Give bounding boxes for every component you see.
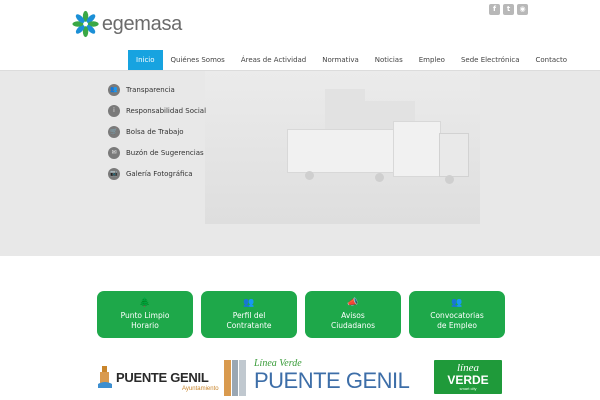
hero-photo <box>205 71 480 224</box>
info-icon: i <box>108 104 120 117</box>
nav-item-areas-de-actividad[interactable]: Áreas de Actividad <box>233 50 314 70</box>
tile-label-line: Perfil del <box>232 310 266 320</box>
puente-genil-logo[interactable]: PUENTE GENIL Ayuntamiento <box>96 360 219 394</box>
side-item-label: Transparencia <box>126 85 175 94</box>
nav-item-contacto[interactable]: Contacto <box>528 50 576 70</box>
side-item-label: Buzón de Sugerencias <box>126 148 204 157</box>
tile-convocatorias-de-empleo[interactable]: 👥 Convocatorias de Empleo <box>409 291 505 338</box>
facebook-icon[interactable]: f <box>489 4 500 15</box>
flower-logo-icon <box>72 10 99 38</box>
nav-item-normativa[interactable]: Normativa <box>314 50 367 70</box>
tile-label-line: Avisos <box>341 310 365 320</box>
tile-perfil-del-contratante[interactable]: 👥 Perfil del Contratante <box>201 291 297 338</box>
group-icon: 👥 <box>451 297 463 308</box>
social-links: f t ◉ <box>489 4 528 15</box>
tile-punto-limpio-horario[interactable]: 🌲 Punto Limpio Horario <box>97 291 193 338</box>
side-item-transparencia[interactable]: 👥 Transparencia <box>108 79 206 100</box>
tile-label-line: Horario <box>131 320 159 330</box>
tree-icon: 🌲 <box>139 297 151 308</box>
puente-genil-sub: Ayuntamiento <box>182 386 219 392</box>
main-nav: Inicio Quiénes Somos Áreas de Actividad … <box>128 50 575 70</box>
hero-banner: 👥 Transparencia i Responsabilidad Social… <box>0 71 600 256</box>
badge-sub-text: smart city <box>459 386 477 391</box>
partner-logos: PUENTE GENIL Ayuntamiento Línea Verde PU… <box>96 358 504 396</box>
cart-icon: 🛒 <box>108 125 120 138</box>
tile-label: Convocatorias de Empleo <box>430 311 484 331</box>
side-item-bolsa-de-trabajo[interactable]: 🛒 Bolsa de Trabajo <box>108 121 206 142</box>
nav-item-sede-electronica[interactable]: Sede Electrónica <box>453 50 528 70</box>
nav-item-noticias[interactable]: Noticias <box>367 50 411 70</box>
logo-text: egemasa <box>101 12 182 35</box>
color-bars-graphic <box>224 360 247 396</box>
side-item-label: Bolsa de Trabajo <box>126 127 184 136</box>
tile-label-line: Contratante <box>226 320 272 330</box>
side-menu: 👥 Transparencia i Responsabilidad Social… <box>108 79 206 184</box>
side-item-galeria-fotografica[interactable]: 📷 Galería Fotográfica <box>108 163 206 184</box>
camera-icon: 📷 <box>108 167 120 180</box>
quick-links: 🌲 Punto Limpio Horario 👥 Perfil del Contra… <box>97 291 505 338</box>
nav-item-inicio[interactable]: Inicio <box>128 50 163 70</box>
side-item-buzon-de-sugerencias[interactable]: ✉ Buzón de Sugerencias <box>108 142 206 163</box>
tile-label: Avisos Ciudadanos <box>331 311 375 331</box>
side-item-responsabilidad-social[interactable]: i Responsabilidad Social <box>108 100 206 121</box>
linea-verde-big: PUENTE GENIL <box>254 368 410 393</box>
tower-icon <box>98 366 112 388</box>
tile-label-line: Convocatorias <box>430 310 484 320</box>
badge-main-text: VERDE <box>447 373 489 387</box>
tile-avisos-ciudadanos[interactable]: 📣 Avisos Ciudadanos <box>305 291 401 338</box>
rss-icon[interactable]: ◉ <box>517 4 528 15</box>
users-icon: 👥 <box>108 83 120 96</box>
tile-label: Perfil del Contratante <box>226 311 271 331</box>
nav-item-quienes-somos[interactable]: Quiénes Somos <box>163 50 233 70</box>
puente-genil-name: PUENTE GENIL <box>116 370 209 385</box>
side-item-label: Responsabilidad Social <box>126 106 207 115</box>
twitter-icon[interactable]: t <box>503 4 514 15</box>
nav-item-empleo[interactable]: Empleo <box>411 50 453 70</box>
tile-label-line: Punto Limpio <box>120 310 170 320</box>
megaphone-icon: 📣 <box>347 297 359 308</box>
tile-label-line: de Empleo <box>437 320 477 330</box>
linea-verde-logo[interactable]: Línea Verde PUENTE GENIL <box>254 358 424 396</box>
side-item-label: Galería Fotográfica <box>126 169 193 178</box>
group-icon: 👥 <box>243 297 255 308</box>
tile-label: Punto Limpio Horario <box>121 311 170 331</box>
page: egemasa f t ◉ Inicio Quiénes Somos Áreas… <box>0 0 600 400</box>
site-logo[interactable]: egemasa <box>72 8 182 40</box>
tile-label-line: Ciudadanos <box>330 320 376 330</box>
mail-icon: ✉ <box>108 146 120 159</box>
linea-verde-badge[interactable]: línea VERDE smart city <box>434 360 502 394</box>
